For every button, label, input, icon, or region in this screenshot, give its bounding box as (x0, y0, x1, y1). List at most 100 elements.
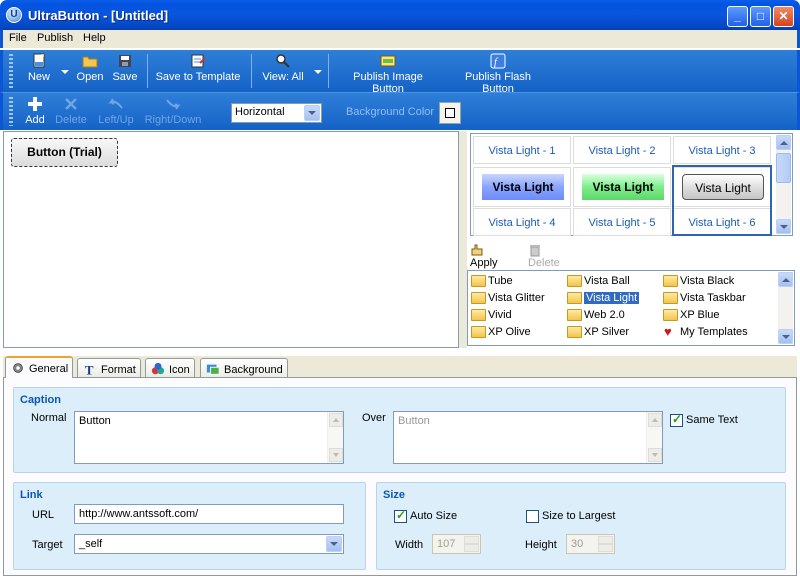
category-item[interactable]: XP Blue (662, 307, 720, 323)
width-spinner[interactable]: 107 (432, 534, 481, 554)
menu-publish[interactable]: Publish (37, 32, 73, 44)
minimize-button[interactable]: _ (727, 6, 748, 27)
view-dropdown-arrow-icon[interactable] (314, 70, 322, 74)
save-button[interactable]: Save (111, 53, 139, 83)
scroll-down-icon[interactable] (648, 448, 662, 462)
scroll-up-icon[interactable] (648, 413, 662, 427)
category-item[interactable]: Vista Taskbar (662, 290, 746, 306)
trash-icon (530, 245, 540, 257)
right-down-button[interactable]: Right/Down (143, 96, 203, 126)
chevron-down-icon[interactable] (326, 536, 342, 552)
over-label: Over (362, 412, 386, 424)
apply-hand-icon (471, 244, 483, 256)
size-to-largest-checkbox[interactable] (526, 510, 539, 523)
spinner-arrows-icon[interactable] (598, 536, 613, 552)
menu-file[interactable]: File (9, 32, 27, 44)
category-item[interactable]: XP Silver (566, 324, 629, 340)
category-item[interactable]: Web 2.0 (566, 307, 625, 323)
left-up-label: Left/Up (98, 114, 134, 126)
gallery-item-label[interactable]: Vista Light - 2 (573, 136, 671, 164)
scroll-up-icon[interactable] (776, 135, 791, 150)
gallery-item-label[interactable]: Vista Light - 4 (473, 208, 571, 236)
tab-format[interactable]: T Format (77, 358, 141, 378)
chevron-down-icon[interactable] (304, 105, 320, 121)
category-scrollbar[interactable] (778, 272, 793, 344)
target-value: _self (79, 538, 103, 550)
category-item-selected[interactable]: Vista Light (566, 290, 640, 306)
scroll-down-icon[interactable] (776, 219, 791, 234)
tab-general[interactable]: General (5, 356, 74, 378)
add-button[interactable]: Add (23, 96, 47, 126)
gallery-preview[interactable]: Vista Light (573, 167, 671, 207)
link-group: Link URL http://www.antssoft.com/ Target… (13, 482, 366, 570)
save-disk-icon (119, 55, 131, 67)
toolbar-separator (147, 54, 148, 88)
background-color-button[interactable] (439, 102, 461, 124)
size-group: Size Auto Size Size to Largest Width 107… (376, 482, 786, 570)
preview-canvas[interactable]: Button (Trial) (3, 131, 459, 348)
orientation-value: Horizontal (235, 106, 285, 118)
scroll-down-icon[interactable] (329, 448, 343, 462)
preview-vista-light-4: Vista Light (482, 174, 564, 200)
toolbar-grip[interactable] (9, 54, 13, 88)
preview-button[interactable]: Button (Trial) (11, 138, 118, 167)
normal-caption-field[interactable]: Button (74, 411, 344, 464)
url-input[interactable]: http://www.antssoft.com/ (74, 504, 344, 524)
gallery-selection (672, 165, 772, 236)
gallery-item-label[interactable]: Vista Light - 1 (473, 136, 571, 164)
publish-image-button[interactable]: Publish Image Button (336, 53, 440, 95)
normal-label: Normal (31, 412, 67, 424)
menu-help[interactable]: Help (83, 32, 106, 44)
add-button-label: Add (25, 114, 45, 126)
background-color-label: Background Color (346, 106, 435, 118)
over-caption-field[interactable]: Button (393, 411, 663, 464)
textarea-scrollbar[interactable] (327, 412, 343, 463)
target-select[interactable]: _self (74, 534, 344, 554)
tab-background[interactable]: Background (200, 358, 288, 378)
delete-button[interactable]: Delete (53, 96, 89, 126)
panel-splitter[interactable] (459, 131, 467, 348)
folder-icon (471, 292, 486, 304)
new-button[interactable]: New (25, 53, 53, 83)
right-down-label: Right/Down (144, 114, 202, 126)
scroll-up-icon[interactable] (329, 413, 343, 427)
category-item[interactable]: Vista Glitter (470, 290, 545, 306)
orientation-select[interactable]: Horizontal (231, 103, 322, 123)
height-spinner[interactable]: 30 (566, 534, 615, 554)
publish-flash-button[interactable]: f Publish Flash Button (449, 53, 547, 95)
open-button[interactable]: Open (75, 53, 105, 83)
auto-size-checkbox[interactable] (394, 508, 407, 523)
title-bar: U UltraButton - [Untitled] _ □ ✕ (0, 0, 800, 30)
apply-button[interactable]: Apply (470, 243, 498, 269)
toolbar-grip[interactable] (9, 97, 13, 126)
close-button[interactable]: ✕ (773, 6, 794, 27)
category-item[interactable]: Vista Ball (566, 273, 630, 289)
width-value: 107 (437, 538, 456, 550)
style-gallery: Vista Light - 1 Vista Light - 2 Vista Li… (470, 133, 793, 236)
delete-style-button[interactable]: Delete (528, 243, 560, 269)
gallery-item-label[interactable]: Vista Light - 3 (673, 136, 771, 164)
category-item[interactable]: ♥ My Templates (662, 324, 748, 340)
spinner-arrows-icon[interactable] (464, 536, 479, 552)
scroll-up-icon[interactable] (778, 272, 793, 287)
tab-icon[interactable]: Icon (145, 358, 195, 378)
category-item[interactable]: Vista Black (662, 273, 734, 289)
new-document-icon (33, 53, 45, 68)
textarea-scrollbar[interactable] (646, 412, 662, 463)
app-icon: U (6, 7, 22, 23)
gallery-preview[interactable]: Vista Light (473, 167, 571, 207)
scroll-down-icon[interactable] (778, 329, 793, 344)
gallery-scrollbar[interactable] (776, 135, 791, 234)
gallery-item-label[interactable]: Vista Light - 5 (573, 208, 671, 236)
category-item[interactable]: Tube (470, 273, 513, 289)
scroll-thumb[interactable] (776, 153, 791, 183)
category-item[interactable]: Vivid (470, 307, 512, 323)
save-to-template-button[interactable]: Save to Template (155, 53, 241, 83)
left-up-button[interactable]: Left/Up (95, 96, 137, 126)
view-all-button[interactable]: View: All (261, 53, 305, 83)
category-item[interactable]: XP Olive (470, 324, 531, 340)
maximize-button[interactable]: □ (750, 6, 771, 27)
tab-format-label: Format (101, 364, 136, 376)
same-text-checkbox[interactable] (670, 412, 683, 427)
new-dropdown-arrow-icon[interactable] (61, 70, 69, 74)
